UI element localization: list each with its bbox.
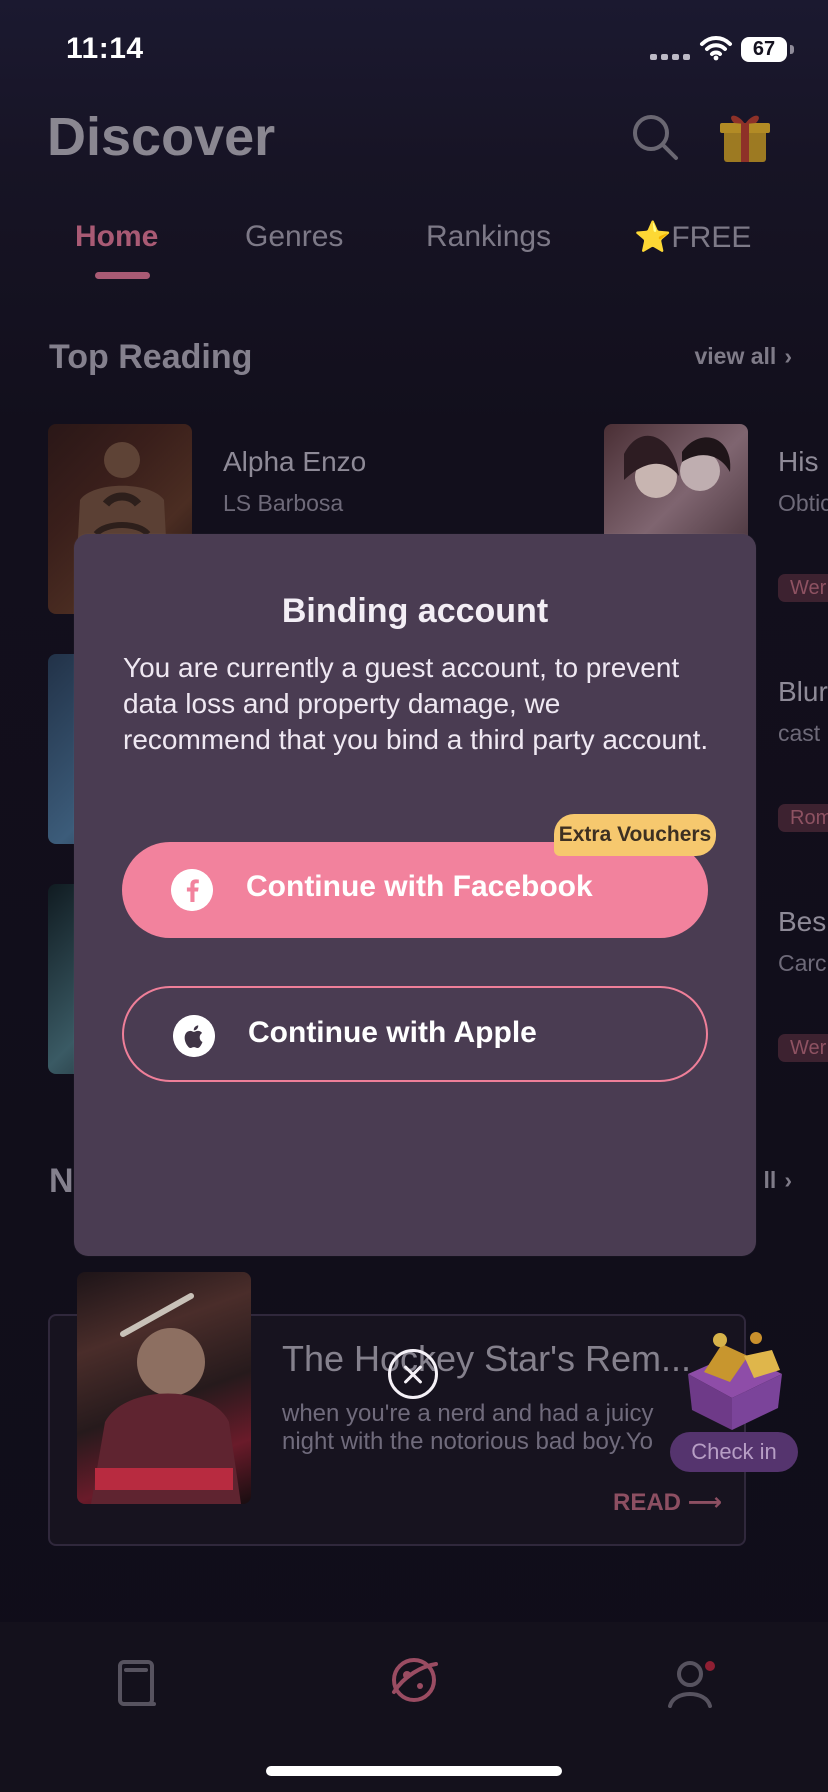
modal-title: Binding account xyxy=(281,592,549,630)
continue-with-apple-button[interactable]: Continue with Apple xyxy=(122,986,708,1082)
modal-message: You are currently a guest account, to pr… xyxy=(123,652,709,755)
discover-screen: 11:14 67 Discover Home Genres Rankings ⭐… xyxy=(0,0,828,1792)
apple-button-label: Continue with Apple xyxy=(248,1016,537,1049)
facebook-icon xyxy=(171,869,213,911)
extra-vouchers-badge: Extra Vouchers xyxy=(554,814,716,856)
close-icon[interactable] xyxy=(388,1349,438,1399)
apple-icon xyxy=(173,1015,215,1057)
binding-account-modal: Binding account You are currently a gues… xyxy=(74,534,756,1256)
facebook-button-label: Continue with Facebook xyxy=(246,870,593,903)
continue-with-facebook-button[interactable]: Continue with Facebook xyxy=(122,842,708,938)
